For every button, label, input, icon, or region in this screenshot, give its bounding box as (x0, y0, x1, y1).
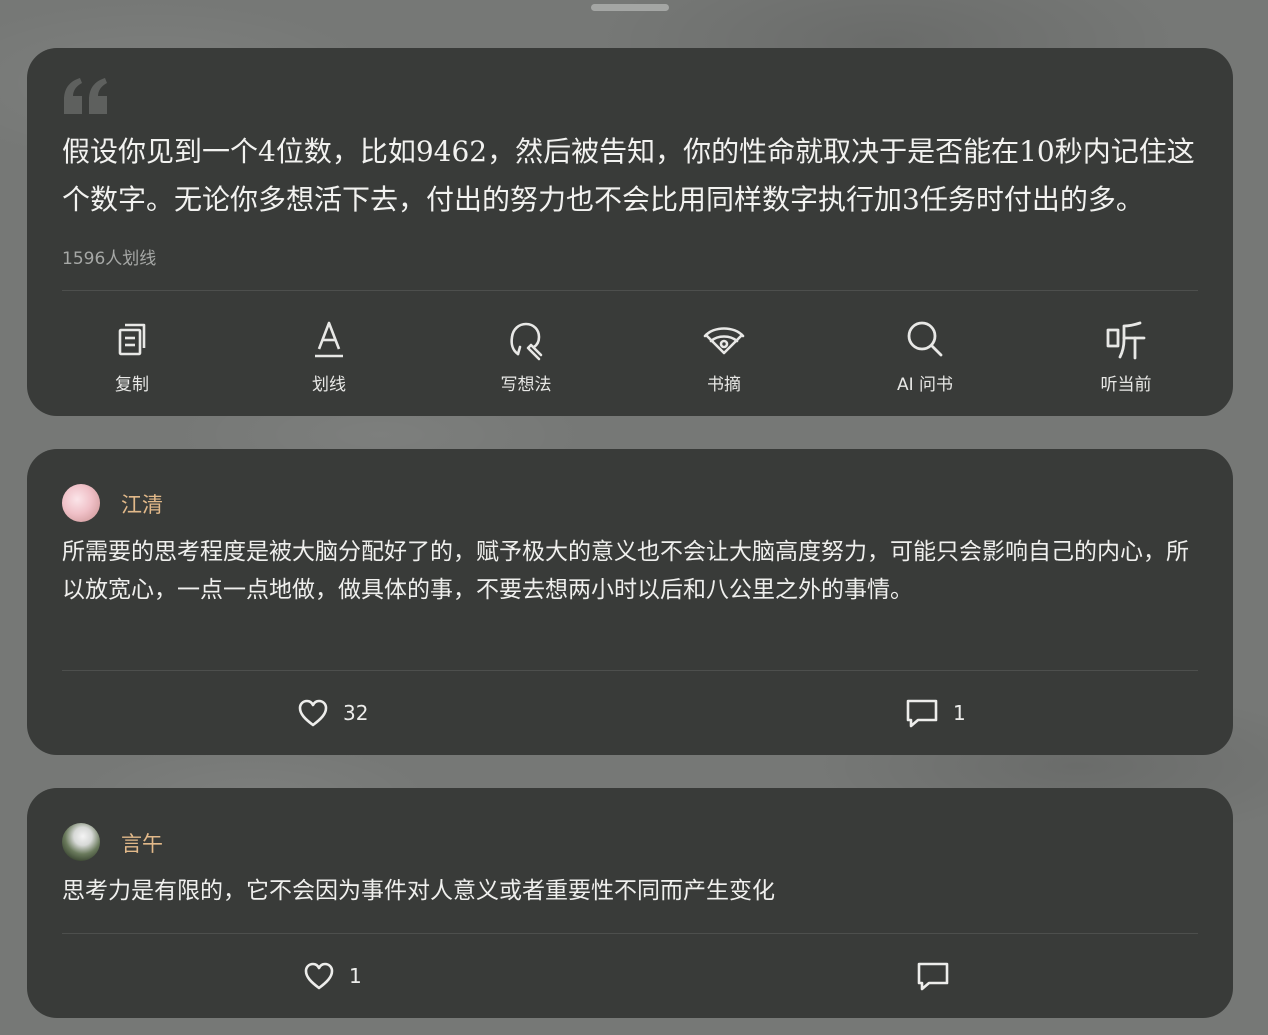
listen-current-button[interactable]: 听当前 (1071, 318, 1181, 395)
quote-card: 假设你见到一个4位数，比如9462，然后被告知，你的性命就取决于是否能在10秒内… (27, 48, 1233, 416)
comment-text: 思考力是有限的，它不会因为事件对人意义或者重要性不同而产生变化 (62, 878, 775, 904)
listen-current-label: 听当前 (1100, 375, 1152, 395)
ai-ask-book-label: AI 问书 (896, 375, 954, 395)
comment-card: 江清 所需要的思考程度是被大脑分配好了的，赋予极大的意义也不会让大脑高度努力，可… (27, 449, 1233, 755)
action-bar: 复制 划线 写想法 书摘 AI 问书 听当前 (27, 318, 1233, 398)
copy-button[interactable]: 复制 (77, 318, 187, 395)
excerpt-label: 书摘 (707, 375, 741, 395)
quote-text: 假设你见到一个4位数，比如9462，然后被告知，你的性命就取决于是否能在10秒内… (62, 135, 1195, 216)
excerpt-button[interactable]: 书摘 (669, 318, 779, 395)
drag-handle[interactable] (591, 4, 669, 11)
like-count: 1 (349, 964, 362, 988)
comment-icon (917, 962, 949, 991)
underline-button[interactable]: 划线 (274, 318, 384, 395)
excerpt-icon (703, 327, 745, 355)
comment-card: 言午 思考力是有限的，它不会因为事件对人意义或者重要性不同而产生变化 1 (27, 788, 1233, 1018)
divider (62, 933, 1198, 934)
highlight-count: 1596人划线 (62, 249, 157, 269)
write-thought-button[interactable]: 写想法 (471, 318, 581, 395)
heart-icon (298, 699, 328, 727)
quote-mark-icon (64, 78, 107, 114)
divider (62, 290, 1198, 291)
comment-text: 所需要的思考程度是被大脑分配好了的，赋予极大的意义也不会让大脑高度努力，可能只会… (62, 539, 1189, 603)
ai-ask-book-button[interactable]: AI 问书 (870, 318, 980, 395)
divider (62, 670, 1198, 671)
search-icon (907, 321, 943, 357)
underline-label: 划线 (312, 375, 346, 395)
avatar[interactable] (62, 823, 100, 861)
like-button[interactable]: 32 (297, 696, 368, 730)
like-count: 32 (343, 701, 369, 725)
underline-icon (315, 321, 343, 358)
copy-label: 复制 (115, 375, 149, 395)
write-thought-label: 写想法 (500, 375, 552, 395)
username[interactable]: 言午 (121, 828, 163, 858)
like-button[interactable]: 1 (303, 959, 362, 993)
listen-icon (1106, 321, 1146, 360)
username[interactable]: 江清 (121, 489, 163, 519)
comment-icon (906, 699, 938, 728)
copy-icon (118, 323, 146, 356)
thought-icon (510, 322, 543, 361)
heart-icon (304, 962, 334, 990)
reply-button[interactable] (916, 959, 964, 993)
reply-count: 1 (953, 701, 966, 725)
reply-button[interactable]: 1 (905, 696, 966, 730)
avatar[interactable] (62, 484, 100, 522)
